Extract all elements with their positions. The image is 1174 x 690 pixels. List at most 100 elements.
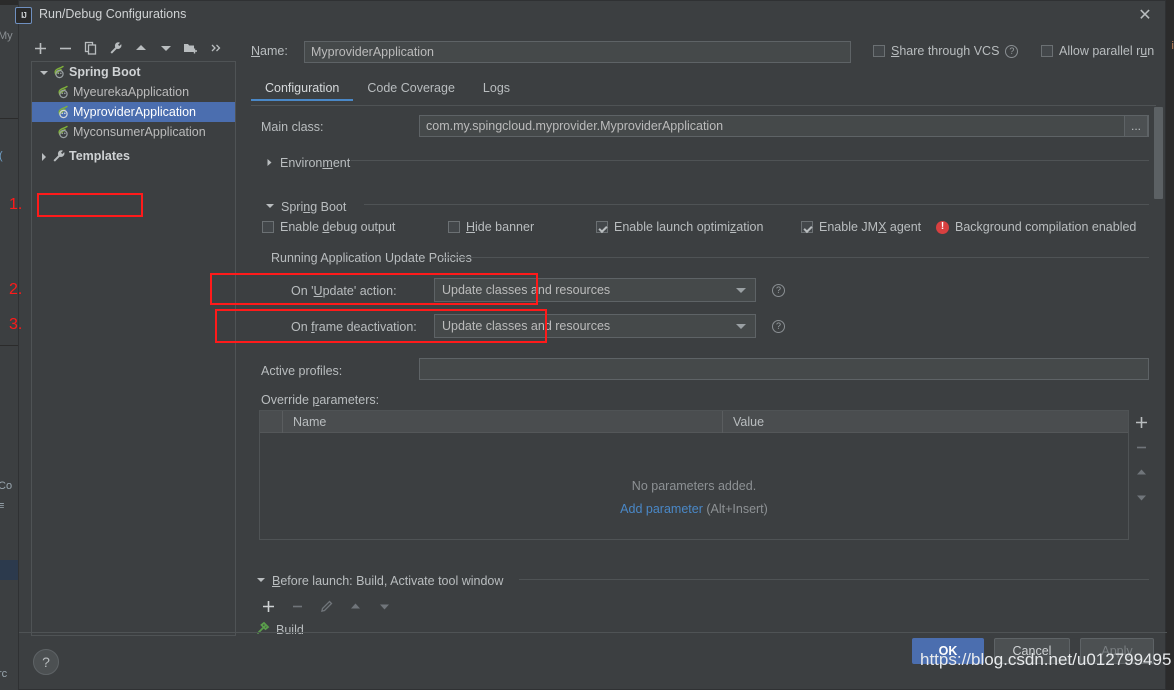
before-launch-edit-button[interactable] [315,595,338,617]
tree-item-myprovider-application[interactable]: MyproviderApplication [32,102,235,122]
table-column-name[interactable]: Name [282,410,722,433]
spring-boot-section-header[interactable]: Spring Boot [265,198,346,216]
on-frame-deactivation-help-icon[interactable]: ? [772,320,785,333]
before-launch-remove-button[interactable] [286,595,309,617]
tab-configuration[interactable]: Configuration [251,77,354,101]
ide-bg-text-fragment: rc [0,668,8,680]
copy-configuration-button[interactable] [79,37,102,59]
edit-templates-button[interactable] [104,37,127,59]
before-launch-label: Before launch: Build, Activate tool wind… [272,574,504,588]
table-select-column [260,411,282,433]
before-launch-up-button[interactable] [344,595,367,617]
tree-item-templates[interactable]: Templates [32,146,235,166]
tab-code-coverage[interactable]: Code Coverage [353,77,469,101]
tree-item-label: MyeurekaApplication [73,85,190,99]
before-launch-header[interactable]: Before launch: Build, Activate tool wind… [256,572,503,590]
table-header-row: Name Value [260,410,1128,433]
chevron-down-icon [736,287,746,293]
on-frame-deactivation-value: Update classes and resources [442,319,611,333]
enable-jmx-agent-checkbox[interactable]: Enable JMX agent [801,220,921,234]
enable-debug-output-checkbox[interactable]: Enable debug output [262,220,395,234]
table-column-value[interactable]: Value [722,410,1128,433]
close-icon[interactable]: ✕ [1135,7,1155,27]
more-options-button[interactable] [204,37,227,59]
table-add-row: Add parameter (Alt+Insert) [260,502,1128,516]
spring-boot-section-label: Spring Boot [281,200,347,214]
warning-icon: ! [936,220,949,234]
move-parameter-down-button[interactable] [1129,485,1153,510]
on-frame-deactivation-label: On frame deactivation: [291,320,417,334]
chevron-right-icon[interactable] [265,154,274,172]
tab-logs[interactable]: Logs [469,77,524,101]
dialog-title-bar: IJ Run/Debug Configurations ✕ [15,1,1165,31]
environment-label: Environment [280,156,351,170]
chevron-right-icon[interactable] [38,150,50,162]
enable-jmx-agent-label: Enable JMX agent [819,220,922,234]
share-through-vcs-checkbox[interactable]: Share through VCS ? [873,44,1019,58]
main-class-input[interactable] [419,115,1149,137]
intellij-logo-icon: IJ [15,7,32,24]
checkbox-box [1041,45,1053,57]
move-up-button[interactable] [129,37,152,59]
move-parameter-up-button[interactable] [1129,460,1153,485]
share-through-vcs-label: Share through VCS [891,44,1000,58]
hide-banner-label: Hide banner [466,220,535,234]
add-parameter-hint: (Alt+Insert) [706,502,768,516]
name-label: Name: [251,44,288,58]
environment-section-header[interactable]: Environment [265,154,350,172]
spring-boot-icon [56,105,70,119]
chevron-down-icon[interactable] [256,572,266,590]
add-parameter-link[interactable]: Add parameter [620,502,703,516]
enable-launch-optimization-checkbox[interactable]: Enable launch optimization [596,220,763,234]
configurations-tree[interactable]: Spring Boot MyeurekaApplication Myprovid… [31,61,236,636]
main-class-label: Main class: [261,120,324,134]
tree-item-label: Templates [69,149,130,163]
tree-item-label: MyproviderApplication [73,105,196,119]
browse-main-class-button[interactable]: ... [1124,115,1148,137]
dialog-title: Run/Debug Configurations [39,7,187,21]
on-frame-deactivation-combobox[interactable]: Update classes and resources [434,314,756,338]
checkbox-box [448,221,460,233]
add-parameter-button[interactable] [1129,410,1153,435]
configurations-toolbar [29,35,234,61]
content-scrollbar-thumb[interactable] [1154,107,1163,199]
chevron-down-icon[interactable] [265,198,275,216]
hide-banner-checkbox[interactable]: Hide banner [448,220,534,234]
on-update-action-combobox[interactable]: Update classes and resources [434,278,756,302]
on-update-help-icon[interactable]: ? [772,284,785,297]
before-launch-separator [519,579,1149,580]
tree-item-myeureka-application[interactable]: MyeurekaApplication [32,82,235,102]
on-update-action-value: Update classes and resources [442,283,611,297]
tree-item-myconsumer-application[interactable]: MyconsumerApplication [32,122,235,142]
before-launch-add-button[interactable] [257,595,280,617]
move-down-button[interactable] [154,37,177,59]
tree-item-label: Spring Boot [69,65,141,79]
active-profiles-label: Active profiles: [261,364,343,378]
before-launch-down-button[interactable] [373,595,396,617]
tree-item-spring-boot[interactable]: Spring Boot [32,62,235,82]
remove-parameter-button[interactable] [1129,435,1153,460]
tree-item-label: MyconsumerApplication [73,125,206,139]
spring-boot-icon [52,65,66,79]
share-help-icon[interactable]: ? [1005,44,1019,58]
ide-bg-text-fragment: My [0,30,13,42]
ide-bg-divider [0,345,18,346]
active-profiles-input[interactable] [419,358,1149,380]
create-folder-button[interactable] [179,37,202,59]
update-policies-separator [441,257,1149,258]
name-input[interactable] [304,41,851,63]
override-parameters-table[interactable]: Name Value No parameters added. Add para… [259,410,1129,540]
before-launch-task-build[interactable]: Build [256,621,304,638]
footer-separator [19,632,1167,633]
table-body: No parameters added. Add parameter (Alt+… [260,433,1128,540]
help-button[interactable]: ? [33,649,59,675]
add-configuration-button[interactable] [29,37,52,59]
allow-parallel-run-checkbox[interactable]: Allow parallel run [1041,44,1154,58]
ide-bg-selection [0,560,18,580]
ide-bg-text-fragment: Co [0,480,13,492]
remove-configuration-button[interactable] [54,37,77,59]
ide-bg-divider [0,0,18,5]
configuration-tabs: Configuration Code Coverage Logs [251,77,1161,105]
enable-launch-optimization-label: Enable launch optimization [614,220,764,234]
chevron-down-icon[interactable] [38,66,50,78]
